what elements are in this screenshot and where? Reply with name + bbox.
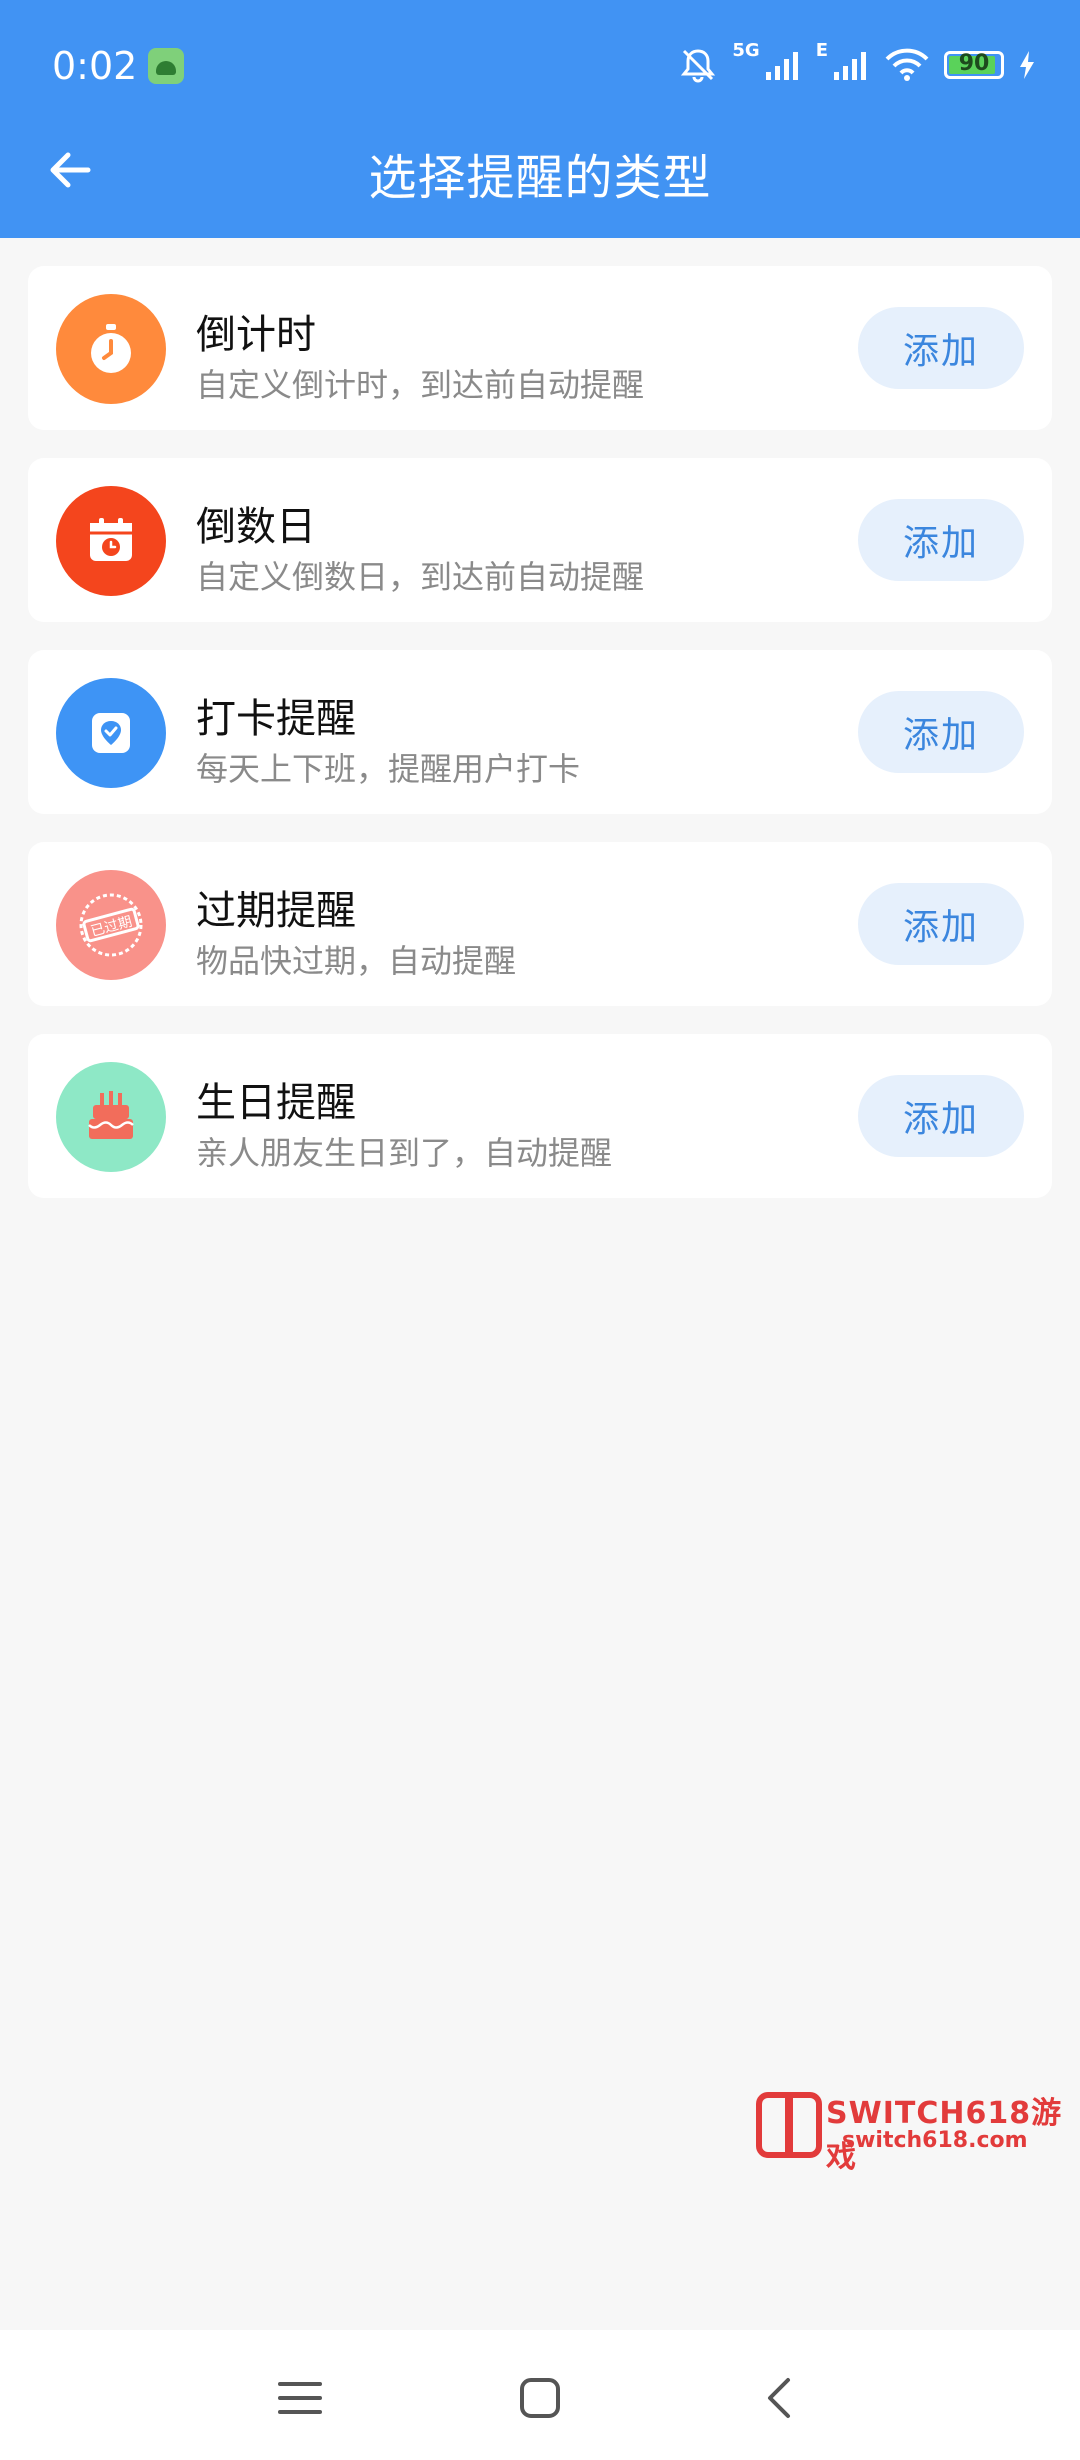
reminder-card-checkin: 打卡提醒 每天上下班，提醒用户打卡 添加 [28,650,1052,814]
reminder-description: 自定义倒计时，到达前自动提醒 [196,366,645,404]
status-time: 0:02 [52,44,138,88]
calendar-clock-icon [56,486,166,596]
battery-icon: 90 [944,51,1004,79]
status-icons: 5G E 90 [678,40,1036,90]
reminder-card-birthday: 生日提醒 亲人朋友生日到了，自动提醒 添加 [28,1034,1052,1198]
home-button[interactable] [500,2358,580,2438]
page-title: 选择提醒的类型 [368,150,712,206]
charging-icon [1020,51,1034,79]
system-back-button[interactable] [740,2358,820,2438]
battery-level: 90 [958,51,990,76]
watermark-url: switch618.com [842,2128,1028,2153]
add-countdown-days-button[interactable]: 添加 [858,499,1024,581]
app-header: 0:02 5G E 90 选择提醒的类型 [0,0,1080,238]
menu-icon [278,2382,322,2414]
reminder-title: 倒数日 [196,504,316,550]
wifi-icon [885,48,929,81]
birthday-cake-icon [56,1062,166,1172]
reminder-card-countdown-days: 倒数日 自定义倒数日，到达前自动提醒 添加 [28,458,1052,622]
reminder-description: 每天上下班，提醒用户打卡 [196,750,581,788]
recent-apps-button[interactable] [260,2358,340,2438]
add-expiry-button[interactable]: 添加 [858,883,1024,965]
reminder-card-expiry: 已过期 过期提醒 物品快过期，自动提醒 添加 [28,842,1052,1006]
expired-stamp-icon: 已过期 [56,870,166,980]
signal-icon [834,52,866,80]
network2-type-label: E [815,40,828,61]
stopwatch-icon [56,294,166,404]
add-birthday-button[interactable]: 添加 [858,1075,1024,1157]
reminder-card-countdown: 倒计时 自定义倒计时，到达前自动提醒 添加 [28,266,1052,430]
bell-muted-icon [681,49,716,83]
add-countdown-button[interactable]: 添加 [858,307,1024,389]
reminder-title: 生日提醒 [196,1080,356,1126]
location-checkin-icon [56,678,166,788]
reminder-title: 过期提醒 [196,888,356,934]
reminder-title: 倒计时 [196,312,316,358]
system-nav-bar [0,2330,1080,2460]
switch-logo-icon [756,2092,822,2158]
reminder-title: 打卡提醒 [196,696,356,742]
add-checkin-button[interactable]: 添加 [858,691,1024,773]
reminder-type-list: 倒计时 自定义倒计时，到达前自动提醒 添加 倒数日 自定义倒数日，到达前自动提醒… [28,266,1052,1226]
watermark: SWITCH618游戏 switch618.com [756,2088,1066,2175]
back-chevron-icon [768,2378,790,2418]
network-type-label: 5G [732,40,760,61]
reminder-description: 物品快过期，自动提醒 [196,942,517,980]
reminder-description: 亲人朋友生日到了，自动提醒 [196,1134,613,1172]
home-square-icon [520,2378,560,2418]
android-app-icon [148,48,184,84]
signal-icon [765,52,798,80]
reminder-description: 自定义倒数日，到达前自动提醒 [196,558,645,596]
